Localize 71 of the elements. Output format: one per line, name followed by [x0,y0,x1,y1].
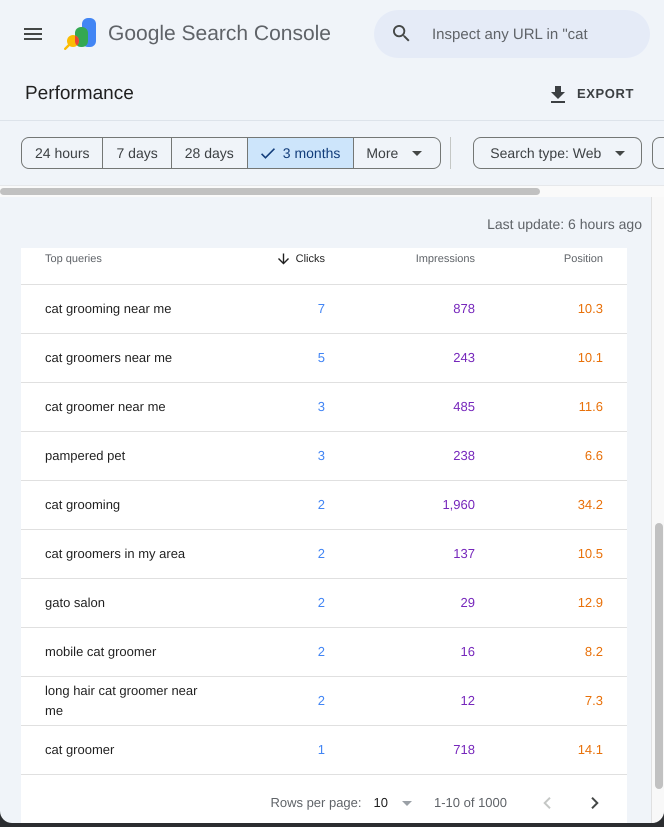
table-cell-text: 3 [318,398,325,416]
table-cell-text: mobile cat groomer [45,643,156,661]
page-range: 1-10 of 1000 [434,795,507,811]
table-cell-text: 16 [460,643,475,661]
table-cell-text: 12.9 [578,594,603,612]
table-cell-text: 878 [453,300,475,318]
arrow-down-icon [278,253,289,265]
chevron-left-icon [543,797,551,809]
table-cell-text: 485 [453,398,475,416]
chevron-right-icon [591,797,599,809]
date-range-tab[interactable]: 7 days [102,138,171,168]
table-cell-text: 2 [318,545,325,563]
download-icon [550,86,565,102]
rows-per-page-label: Rows per page: [270,795,362,811]
table-cell-text: 7 [318,300,325,318]
table-cell-text: gato salon [45,594,105,612]
table-cell-text: 5 [318,349,325,367]
table-cell-text: 8.2 [584,643,603,661]
table-cell-text: 1 [318,741,325,759]
search-icon [393,25,410,42]
table-cell-text: cat groomer near me [45,398,166,416]
table-cell-text: 14.1 [578,741,603,759]
table-cell-text: 2 [318,643,325,661]
filter-chip[interactable] [652,137,664,169]
column-header[interactable]: Impressions [416,251,475,267]
table-cell-text: 2 [318,594,325,612]
date-range-tab[interactable]: 24 hours [22,138,102,168]
menu-icon[interactable] [24,28,42,40]
table-cell-text: 29 [460,594,475,612]
table-cell-text: cat groomers in my area [45,545,186,563]
table-cell-text: 243 [453,349,475,367]
table-cell-text: pampered pet [45,447,126,465]
table-cell-text: 10.1 [578,349,603,367]
table-cell-text: long hair cat groomer near me [45,682,198,720]
product-name: Google Search Console [108,21,331,47]
table-cell-text: 238 [453,447,475,465]
column-header[interactable]: Position [564,251,603,267]
caret-icon [412,150,422,156]
table-cell-text: 2 [318,692,325,710]
column-header[interactable]: Clicks [278,251,325,267]
table-cell-text: 11.6 [578,398,603,416]
check-icon [260,148,275,158]
table-cell-text: 7.3 [584,692,603,710]
table-cell-text: 137 [453,545,475,563]
table-cell-text: 34.2 [578,496,603,514]
table-cell-text: cat groomers near me [45,349,172,367]
column-header[interactable]: Top queries [45,251,102,267]
table-cell-text: 718 [453,741,475,759]
table-cell-text: 2 [318,496,325,514]
last-update-text: Last update: 6 hours ago [487,216,642,232]
filter-chip[interactable]: Search type: Web [473,137,642,169]
table-cell-text: cat groomer [45,741,114,759]
scrollbar-thumb[interactable] [0,188,540,195]
table-cell-text: 12 [460,692,475,710]
search-field[interactable]: Inspect any URL in "cat [374,10,650,58]
export-button[interactable]: EXPORT [542,78,642,110]
more-dropdown[interactable]: More [353,138,440,168]
table-cell-text: 10.5 [578,545,603,563]
rows-per-page-dropdown[interactable]: 10 [374,795,412,811]
scrollbar-thumb[interactable] [655,523,663,789]
table-cell-text: cat grooming near me [45,300,172,318]
caret-icon [615,150,626,156]
logo-icon [64,18,96,50]
table-cell-text: cat grooming [45,496,120,514]
table-cell-text: 10.3 [578,300,603,318]
page-title: Performance [25,82,134,106]
table-cell-text: 1,960 [442,496,475,514]
date-range-tab[interactable]: 3 months [246,138,354,168]
table-cell-text: 3 [318,447,325,465]
table-cell-text: 6.6 [584,447,603,465]
caret-icon [402,800,412,806]
